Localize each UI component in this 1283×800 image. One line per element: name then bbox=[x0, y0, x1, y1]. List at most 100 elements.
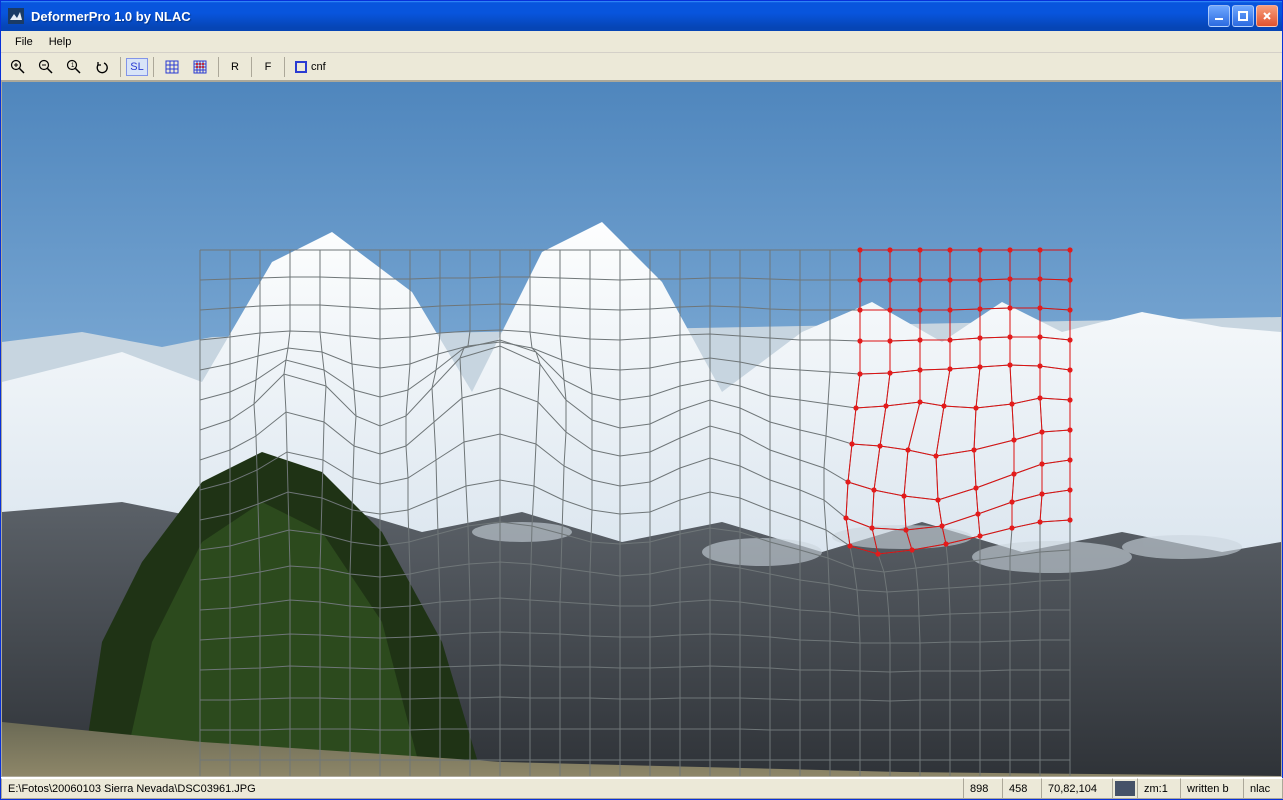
control-point[interactable] bbox=[887, 277, 892, 282]
zoom-out-button[interactable] bbox=[33, 56, 59, 78]
control-point[interactable] bbox=[917, 247, 922, 252]
control-point[interactable] bbox=[1011, 471, 1016, 476]
control-point[interactable] bbox=[887, 307, 892, 312]
control-point[interactable] bbox=[917, 307, 922, 312]
control-point[interactable] bbox=[973, 485, 978, 490]
control-point[interactable] bbox=[917, 337, 922, 342]
control-point[interactable] bbox=[857, 371, 862, 376]
control-point[interactable] bbox=[847, 543, 852, 548]
control-point[interactable] bbox=[1009, 525, 1014, 530]
control-point[interactable] bbox=[975, 511, 980, 516]
control-point[interactable] bbox=[917, 399, 922, 404]
control-point[interactable] bbox=[947, 337, 952, 342]
control-point[interactable] bbox=[977, 277, 982, 282]
control-point[interactable] bbox=[1007, 305, 1012, 310]
control-point[interactable] bbox=[1037, 519, 1042, 524]
control-point[interactable] bbox=[1011, 437, 1016, 442]
control-point[interactable] bbox=[971, 447, 976, 452]
f-button[interactable]: F bbox=[257, 56, 279, 78]
control-point[interactable] bbox=[853, 405, 858, 410]
control-point[interactable] bbox=[1039, 491, 1044, 496]
control-point[interactable] bbox=[977, 364, 982, 369]
control-point[interactable] bbox=[1067, 427, 1072, 432]
control-point[interactable] bbox=[1037, 334, 1042, 339]
control-point[interactable] bbox=[857, 307, 862, 312]
control-point[interactable] bbox=[1067, 517, 1072, 522]
r-button[interactable]: R bbox=[224, 56, 246, 78]
control-point[interactable] bbox=[1067, 337, 1072, 342]
maximize-button[interactable] bbox=[1232, 5, 1254, 27]
undo-button[interactable] bbox=[89, 56, 115, 78]
cnf-button[interactable]: cnf bbox=[290, 56, 331, 78]
menu-help[interactable]: Help bbox=[41, 34, 80, 50]
minimize-button[interactable] bbox=[1208, 5, 1230, 27]
control-point[interactable] bbox=[875, 551, 880, 556]
sl-mode-button[interactable]: SL bbox=[126, 58, 148, 76]
control-point[interactable] bbox=[1037, 395, 1042, 400]
control-point[interactable] bbox=[917, 277, 922, 282]
zoom-reset-button[interactable]: 1 bbox=[61, 56, 87, 78]
control-point[interactable] bbox=[869, 525, 874, 530]
control-point[interactable] bbox=[909, 547, 914, 552]
control-point[interactable] bbox=[947, 247, 952, 252]
control-point[interactable] bbox=[857, 338, 862, 343]
toolbar-separator bbox=[218, 57, 219, 77]
control-point[interactable] bbox=[1007, 276, 1012, 281]
control-point[interactable] bbox=[1007, 334, 1012, 339]
control-point[interactable] bbox=[1067, 457, 1072, 462]
control-point[interactable] bbox=[941, 403, 946, 408]
control-point[interactable] bbox=[977, 335, 982, 340]
control-point[interactable] bbox=[871, 487, 876, 492]
canvas[interactable] bbox=[1, 81, 1282, 777]
control-point[interactable] bbox=[947, 277, 952, 282]
control-point[interactable] bbox=[977, 247, 982, 252]
control-point[interactable] bbox=[1007, 247, 1012, 252]
control-point[interactable] bbox=[977, 533, 982, 538]
control-point[interactable] bbox=[917, 367, 922, 372]
control-point[interactable] bbox=[883, 403, 888, 408]
zoom-in-button[interactable] bbox=[5, 56, 31, 78]
control-point[interactable] bbox=[1067, 307, 1072, 312]
control-point[interactable] bbox=[1037, 305, 1042, 310]
status-rgb: 70,82,104 bbox=[1041, 778, 1113, 799]
control-point[interactable] bbox=[877, 443, 882, 448]
toolbar: 1 SL R F cnf bbox=[1, 53, 1282, 81]
control-point[interactable] bbox=[1067, 247, 1072, 252]
grid-dense-button[interactable] bbox=[187, 56, 213, 78]
control-point[interactable] bbox=[1067, 397, 1072, 402]
control-point[interactable] bbox=[1037, 247, 1042, 252]
control-point[interactable] bbox=[887, 338, 892, 343]
control-point[interactable] bbox=[1037, 276, 1042, 281]
menu-file[interactable]: File bbox=[7, 34, 41, 50]
control-point[interactable] bbox=[947, 307, 952, 312]
control-point[interactable] bbox=[947, 366, 952, 371]
titlebar[interactable]: DeformerPro 1.0 by NLAC bbox=[1, 1, 1282, 31]
control-point[interactable] bbox=[943, 541, 948, 546]
control-point[interactable] bbox=[939, 523, 944, 528]
control-point[interactable] bbox=[905, 447, 910, 452]
control-point[interactable] bbox=[933, 453, 938, 458]
control-point[interactable] bbox=[935, 497, 940, 502]
control-point[interactable] bbox=[1037, 363, 1042, 368]
control-point[interactable] bbox=[857, 277, 862, 282]
control-point[interactable] bbox=[887, 247, 892, 252]
control-point[interactable] bbox=[1067, 367, 1072, 372]
control-point[interactable] bbox=[901, 493, 906, 498]
control-point[interactable] bbox=[857, 247, 862, 252]
control-point[interactable] bbox=[1009, 499, 1014, 504]
control-point[interactable] bbox=[903, 527, 908, 532]
control-point[interactable] bbox=[849, 441, 854, 446]
control-point[interactable] bbox=[1067, 277, 1072, 282]
grid-simple-button[interactable] bbox=[159, 56, 185, 78]
control-point[interactable] bbox=[1009, 401, 1014, 406]
control-point[interactable] bbox=[1007, 362, 1012, 367]
control-point[interactable] bbox=[973, 405, 978, 410]
control-point[interactable] bbox=[887, 370, 892, 375]
close-button[interactable] bbox=[1256, 5, 1278, 27]
control-point[interactable] bbox=[843, 515, 848, 520]
control-point[interactable] bbox=[845, 479, 850, 484]
control-point[interactable] bbox=[977, 306, 982, 311]
control-point[interactable] bbox=[1039, 461, 1044, 466]
control-point[interactable] bbox=[1039, 429, 1044, 434]
control-point[interactable] bbox=[1067, 487, 1072, 492]
